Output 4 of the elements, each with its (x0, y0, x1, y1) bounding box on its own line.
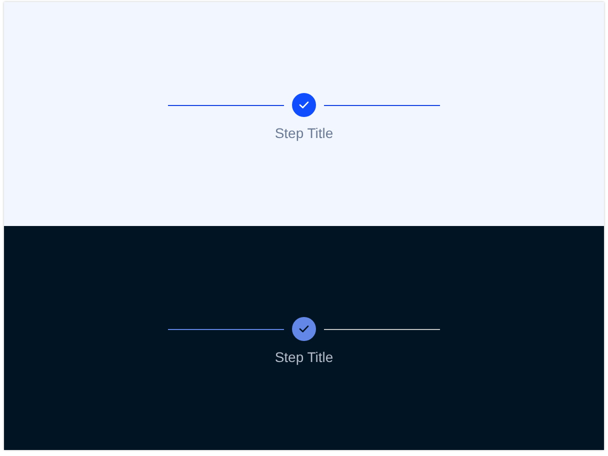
check-icon (299, 101, 309, 109)
step-title: Step Title (274, 125, 334, 141)
step-title: Step Title (274, 349, 334, 365)
check-icon (299, 325, 309, 333)
